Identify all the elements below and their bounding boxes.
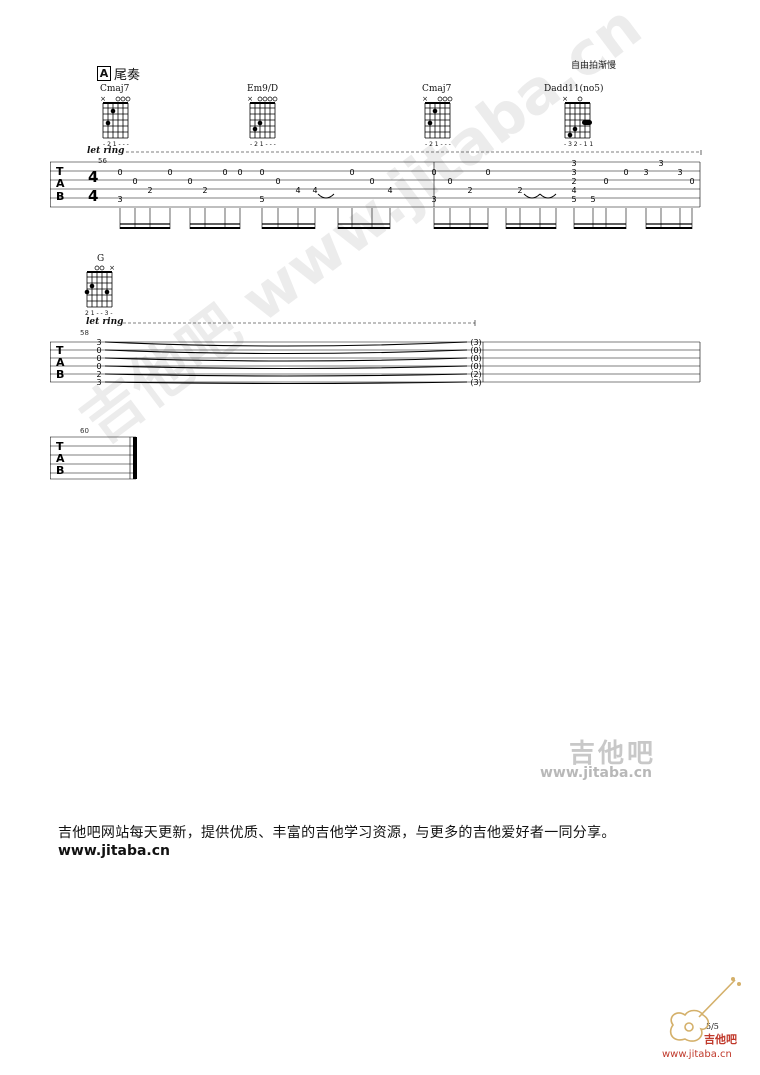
- corner-logo-url: www.jitaba.cn: [662, 1049, 732, 1060]
- chord-fingering: - 2 1 - - -: [250, 141, 276, 148]
- footer-text: 吉他吧网站每天更新，提供优质、丰富的吉他学习资源，与更多的吉他爱好者一同分享。: [58, 825, 616, 841]
- tab-fret-numbers: 300 023 (3)(0)(0) (0)(2)(3): [96, 338, 481, 387]
- svg-text:2: 2: [147, 186, 152, 195]
- svg-text:×: ×: [422, 95, 428, 103]
- svg-text:0: 0: [369, 177, 374, 186]
- tie-arcs: [104, 341, 468, 385]
- final-barline: [133, 437, 137, 479]
- svg-text:×: ×: [109, 264, 115, 272]
- svg-text:3: 3: [643, 168, 648, 177]
- svg-text:4: 4: [571, 186, 576, 195]
- footer-url[interactable]: www.jitaba.cn: [58, 843, 170, 859]
- svg-text:0: 0: [349, 168, 354, 177]
- corner-logo-name: 吉他吧: [704, 1033, 737, 1046]
- svg-text:2: 2: [571, 177, 576, 186]
- svg-text:3: 3: [658, 159, 663, 168]
- svg-text:3: 3: [571, 168, 576, 177]
- tab-clef-a: A: [56, 177, 65, 190]
- svg-text:2: 2: [517, 186, 522, 195]
- site-logo: 吉他吧 www.jitaba.cn: [537, 733, 687, 783]
- chord-fingering: 2 1 - - 3 -: [85, 310, 113, 317]
- svg-text:0: 0: [275, 177, 280, 186]
- section-marker: A: [97, 66, 111, 81]
- svg-text:5: 5: [590, 195, 595, 204]
- svg-text:×: ×: [562, 95, 568, 103]
- svg-text:3: 3: [571, 159, 576, 168]
- tab-staff-system-2: T A B 300 023 (3)(0)(0) (0)(2)(3): [50, 320, 701, 387]
- chord-fingering: - 3 2 - 1 1: [564, 141, 594, 148]
- tab-staff-system-1: T A B 4 4 30 020 020 050 04 4 004 300 202…: [50, 150, 702, 229]
- tab-staff-system-3: T A B: [50, 436, 137, 480]
- svg-text:0: 0: [485, 168, 490, 177]
- svg-text:4: 4: [312, 186, 317, 195]
- time-sig-bottom: 4: [88, 187, 98, 205]
- svg-text:4: 4: [387, 186, 392, 195]
- svg-text:5: 5: [571, 195, 576, 204]
- svg-text:×: ×: [247, 95, 253, 103]
- tempo-note: 自由拍渐慢: [571, 61, 617, 71]
- tab-clef-b: B: [56, 368, 64, 381]
- svg-text:0: 0: [237, 168, 242, 177]
- svg-text:0: 0: [447, 177, 452, 186]
- tab-clef-b: B: [56, 464, 64, 477]
- chord-fingering: - 2 1 - - -: [425, 141, 451, 148]
- svg-text:0: 0: [187, 177, 192, 186]
- svg-text:3: 3: [117, 195, 122, 204]
- svg-text:2: 2: [202, 186, 207, 195]
- section-title: 尾奏: [114, 68, 141, 83]
- logo-url: www.jitaba.cn: [540, 765, 653, 781]
- svg-text:0: 0: [167, 168, 172, 177]
- svg-text:4: 4: [295, 186, 300, 195]
- tab-fret-numbers: 30 020 020 050 04 4 004 300 202 332 45 5 0…: [117, 159, 694, 204]
- svg-text:5: 5: [259, 195, 264, 204]
- svg-text:3: 3: [96, 378, 101, 387]
- rhythm-stems: [119, 208, 693, 229]
- svg-text:0: 0: [222, 168, 227, 177]
- svg-text:3: 3: [677, 168, 682, 177]
- svg-text:0: 0: [603, 177, 608, 186]
- svg-text:0: 0: [132, 177, 137, 186]
- svg-text:0: 0: [117, 168, 122, 177]
- svg-text:0: 0: [431, 168, 436, 177]
- svg-text:0: 0: [259, 168, 264, 177]
- svg-text:0: 0: [689, 177, 694, 186]
- svg-text:(3): (3): [470, 378, 481, 387]
- svg-text:3: 3: [431, 195, 436, 204]
- svg-text:×: ×: [100, 95, 106, 103]
- svg-text:2: 2: [467, 186, 472, 195]
- time-sig-top: 4: [88, 168, 98, 186]
- svg-text:0: 0: [623, 168, 628, 177]
- tab-clef-b: B: [56, 190, 64, 203]
